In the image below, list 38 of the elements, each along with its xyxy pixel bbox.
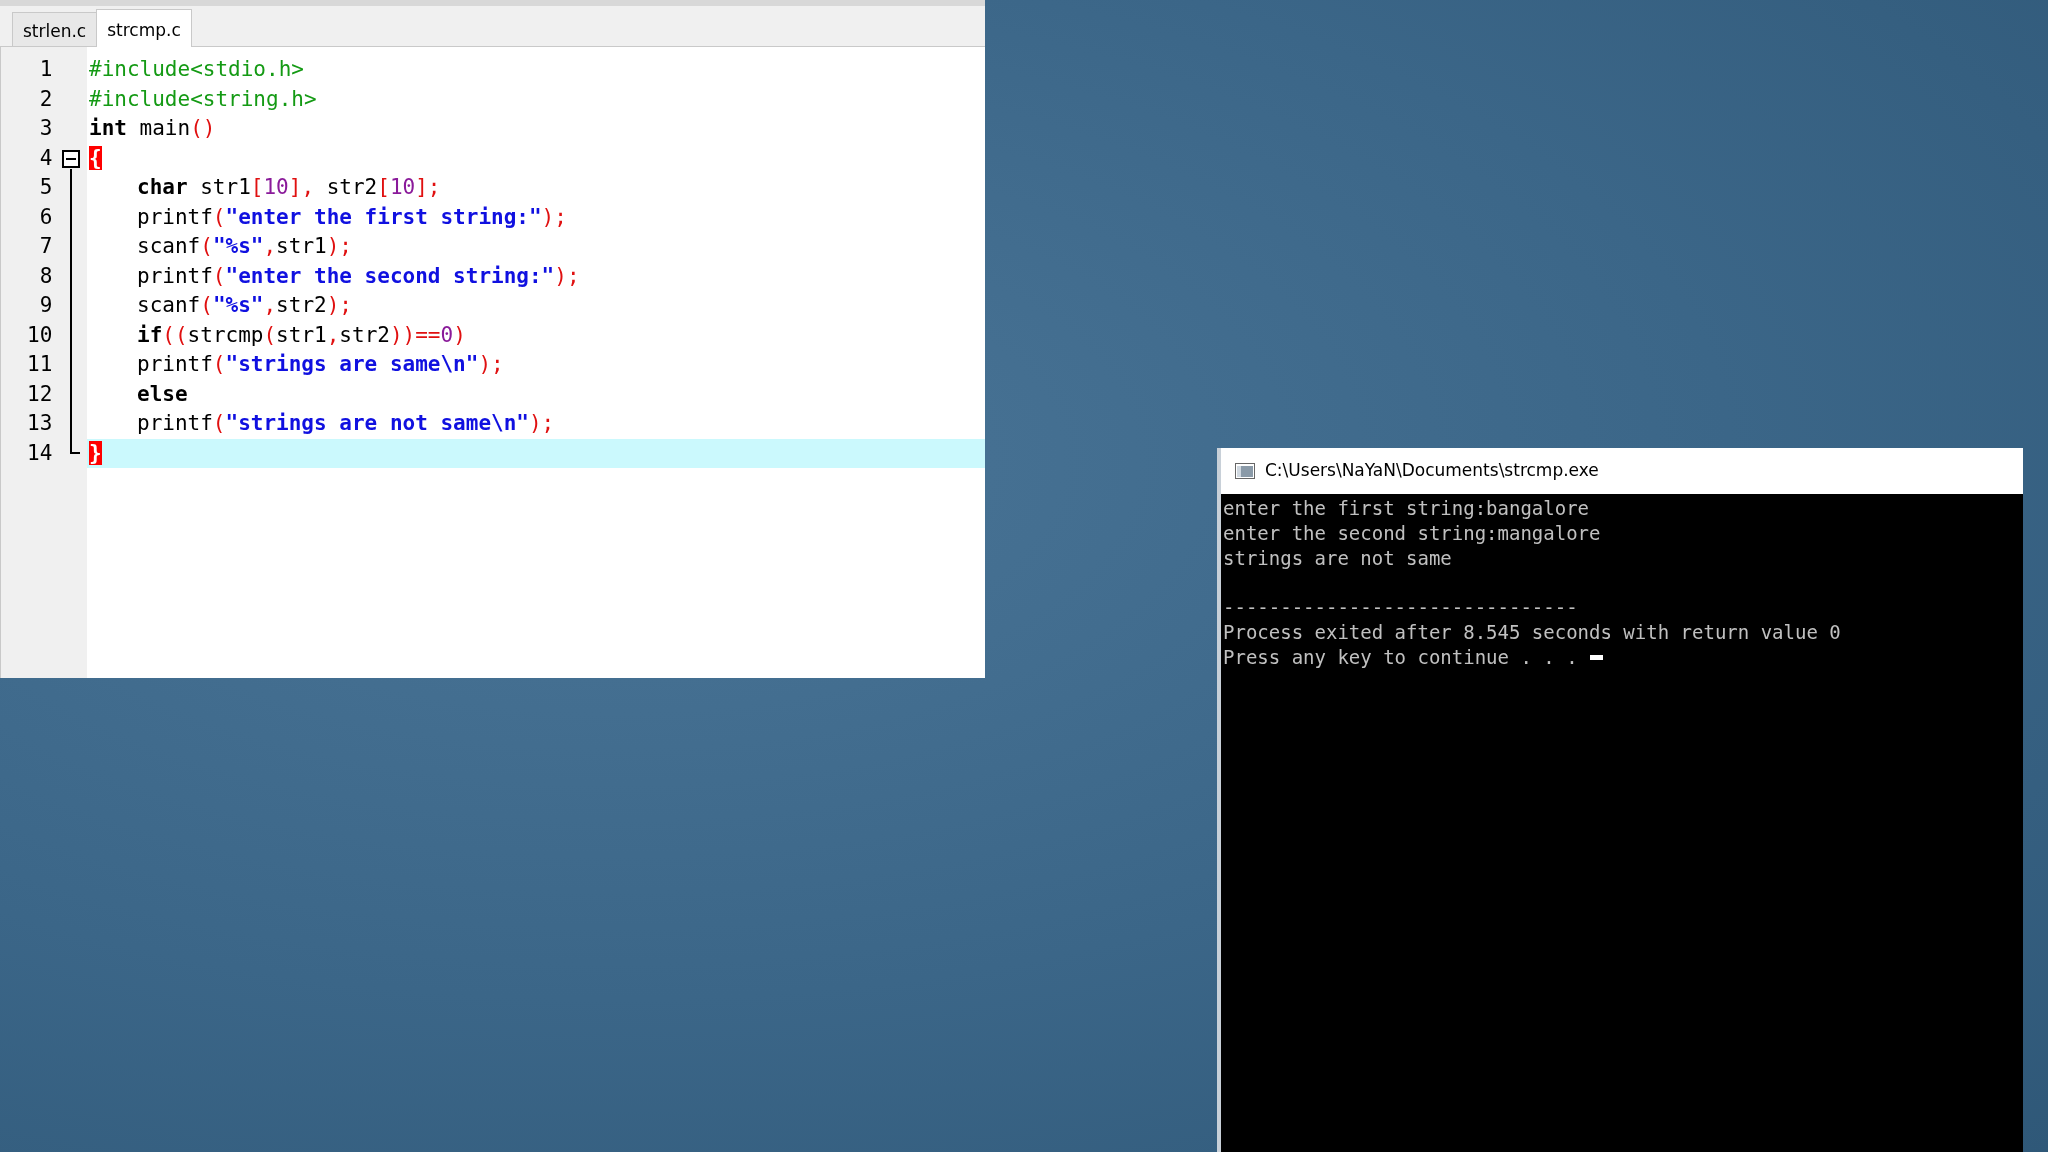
console-line: ------------------------------- <box>1223 595 1578 620</box>
code-line: printf("strings are not same\n"); <box>136 410 556 437</box>
code-line: if((strcmp(str1,str2))==0) <box>136 321 467 349</box>
code-line: printf("enter the second string:"); <box>136 262 581 290</box>
line-number: 12 <box>26 380 53 408</box>
console-line: Process exited after 8.545 seconds with return value 0 <box>1223 620 1841 645</box>
line-number: 13 <box>26 410 53 437</box>
line-number: 5 <box>38 174 53 201</box>
line-number: 2 <box>38 85 53 113</box>
file-tab[interactable]: strcmp.c <box>96 9 192 47</box>
code-line: #include<string.h> <box>88 85 318 113</box>
line-number: 3 <box>38 115 53 142</box>
line-number: 7 <box>38 233 53 260</box>
file-tab[interactable]: strlen.c <box>12 12 98 46</box>
code-line: printf("enter the first string:"); <box>136 203 568 231</box>
line-number: 6 <box>38 203 53 231</box>
line-number: 11 <box>26 351 53 378</box>
collapse-icon[interactable] <box>62 149 81 168</box>
code-line: int main() <box>88 115 217 142</box>
line-number: 10 <box>26 321 53 349</box>
window-title: C:\Users\NaYaN\Documents\strcmp.exe <box>1265 459 1599 483</box>
console-line: strings are not same <box>1223 545 1453 571</box>
line-number: 4 <box>38 144 53 172</box>
line-number: 8 <box>38 262 53 290</box>
code-line: scanf("%s",str2); <box>136 292 353 319</box>
text-cursor <box>1589 654 1603 660</box>
line-number: 9 <box>38 292 53 319</box>
line-number: 14 <box>26 439 53 467</box>
code-line: else <box>136 380 189 408</box>
code-line: char str1[10], str2[10]; <box>136 174 442 201</box>
console-icon <box>1235 463 1255 479</box>
console-line: enter the first string:bangalore <box>1223 496 1591 521</box>
console-line: enter the second string:mangalore <box>1223 520 1602 546</box>
code-line: scanf("%s",str1); <box>136 233 353 260</box>
code-line: printf("strings are same\n"); <box>136 351 505 378</box>
code-line: #include<stdio.h> <box>88 56 305 83</box>
line-number: 1 <box>38 56 53 83</box>
console-line: Press any key to continue . . . <box>1223 644 1578 670</box>
